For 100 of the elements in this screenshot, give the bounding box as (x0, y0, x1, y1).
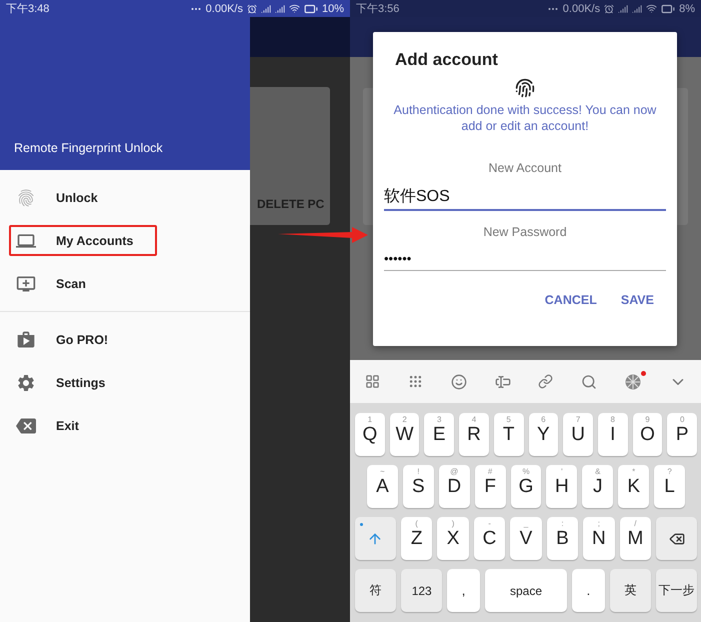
keyboard-key[interactable]: * K (618, 465, 650, 508)
network-speed: 0.00K/s (562, 2, 600, 14)
emoji-icon[interactable] (450, 374, 467, 390)
key-hint: 4 (470, 415, 478, 424)
briefcase-play-icon (16, 330, 36, 350)
keyboard-key[interactable]: ? L (654, 465, 686, 508)
key-hint: # (486, 467, 494, 476)
key-hint: ? (666, 467, 673, 476)
alarm-icon (604, 4, 614, 14)
keyboard-key[interactable]: 符 (355, 569, 396, 612)
keyboard-key[interactable]: 9 O (632, 413, 662, 456)
keyboard-key[interactable]: ; N (583, 517, 615, 560)
key-hint: / (633, 519, 638, 528)
signal-icon (618, 4, 628, 14)
backspace-icon (16, 416, 36, 436)
settings-icon (16, 372, 36, 392)
drawer-item[interactable]: Unlock (9, 182, 157, 213)
key-hint: @ (449, 467, 460, 476)
key-hint: ( (414, 519, 419, 528)
drawer-item[interactable]: Scan (9, 268, 157, 299)
keyboard-key[interactable]: 2 W (390, 413, 420, 456)
success-message: Authentication done with success! You can now add or edit an account! (392, 102, 658, 134)
keyboard-key[interactable]: . (572, 569, 605, 612)
signal-icon (260, 4, 271, 14)
keyboard-key[interactable]: ~ A (367, 465, 398, 508)
keyboard-key[interactable]: 英 (610, 569, 651, 612)
keyboard-key[interactable]: ' H (546, 465, 578, 508)
link-icon[interactable] (538, 374, 554, 389)
keyboard-key[interactable]: % G (510, 465, 542, 508)
status-time: 下午3:48 (6, 2, 50, 16)
status-time: 下午3:56 (356, 2, 400, 16)
wifi-icon (646, 3, 658, 14)
keyboard-key[interactable]: 7 U (563, 413, 593, 456)
keyboard-icon[interactable] (408, 374, 423, 389)
drawer-item[interactable]: Go PRO! (9, 324, 157, 355)
input-field[interactable]: 软件SOS (384, 187, 666, 211)
key-hint: 1 (366, 415, 374, 424)
key-hint: 3 (436, 415, 442, 424)
keyboard-key[interactable]: : B (546, 517, 578, 560)
key-hint: ! (416, 467, 420, 476)
key-hint: : (560, 519, 565, 528)
field-label: New Account (488, 161, 562, 175)
alarm-icon (246, 4, 257, 14)
search-icon[interactable] (581, 374, 598, 390)
key-hint: & (594, 467, 602, 476)
dialog-title: Add account (394, 50, 499, 70)
dialog-button[interactable]: CANCEL (544, 293, 597, 307)
backspace-icon (668, 530, 685, 546)
skin-icon[interactable] (625, 374, 642, 390)
drawer-title: Remote Fingerprint Unlock (14, 141, 163, 155)
key-hint: ; (596, 519, 602, 528)
field-label: New Password (483, 225, 567, 239)
key-hint: 7 (574, 415, 582, 424)
key-hint: ' (560, 467, 564, 476)
key-hint: 6 (540, 415, 547, 424)
keyboard-key[interactable]: / M (620, 517, 652, 560)
key-hint: 5 (505, 415, 512, 424)
fingerprint-icon (515, 78, 535, 98)
input-field[interactable]: •••••• (384, 251, 666, 271)
keyboard-key[interactable]: 123 (401, 569, 442, 612)
keyboard-key[interactable]: 6 Y (528, 413, 558, 456)
keyboard-key[interactable]: 下一步 (656, 569, 697, 612)
signal-icon (274, 4, 285, 14)
keyboard-key[interactable]: 4 R (459, 413, 489, 456)
key-hint: _ (522, 519, 530, 528)
backspace-key[interactable] (656, 517, 697, 560)
keyboard-key[interactable]: # F (474, 465, 506, 508)
drawer-item[interactable]: Settings (9, 367, 157, 398)
keyboard-key[interactable]: @ D (438, 465, 470, 508)
keyboard-key[interactable]: 5 T (494, 413, 524, 456)
keyboard-key[interactable]: & J (582, 465, 614, 508)
drawer-item[interactable]: My Accounts (9, 225, 157, 256)
key-hint: % (521, 467, 531, 476)
key-hint: * (631, 467, 636, 476)
keyboard-key[interactable]: ! S (402, 465, 434, 508)
keyboard-key[interactable]: ) X (437, 517, 469, 560)
monitor-plus-icon (16, 274, 36, 294)
keyboard-key[interactable]: 0 P (667, 413, 698, 456)
key-hint: 2 (401, 415, 408, 424)
key-hint: 8 (610, 415, 616, 424)
key-hint: 0 (678, 415, 686, 424)
apps-icon[interactable] (365, 374, 380, 389)
key-hint: 9 (644, 415, 651, 424)
signal-icon (632, 4, 642, 14)
wifi-icon (288, 3, 300, 14)
key-hint: - (487, 519, 492, 528)
keyboard-key[interactable]: _ V (510, 517, 542, 560)
drawer-item[interactable]: Exit (9, 410, 157, 441)
keyboard-key[interactable]: - C (474, 517, 506, 560)
keyboard-key[interactable]: 3 E (424, 413, 454, 456)
keyboard-key[interactable]: 1 Q (354, 413, 385, 456)
battery-level: 10% (322, 2, 344, 14)
dialog-button[interactable]: SAVE (620, 293, 654, 307)
cursor-icon[interactable] (494, 374, 511, 390)
key-hint: ~ (379, 467, 386, 476)
keyboard-key[interactable]: ( Z (400, 517, 432, 560)
space-key[interactable]: space (484, 569, 568, 612)
keyboard-key[interactable]: 8 I (598, 413, 628, 456)
keyboard-key[interactable]: , (447, 569, 480, 612)
network-speed: 0.00K/s (206, 2, 243, 14)
